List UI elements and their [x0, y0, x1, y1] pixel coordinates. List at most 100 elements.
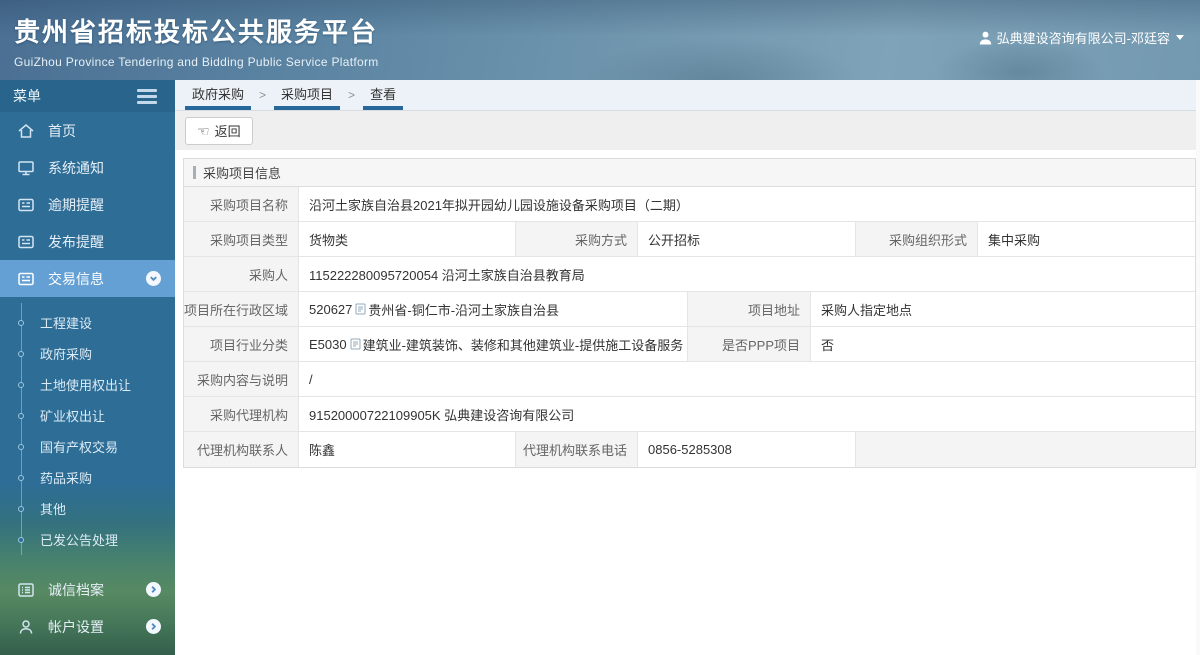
back-button[interactable]: ☜ 返回 [185, 116, 253, 145]
bullet-icon [18, 350, 24, 357]
field-region-address: 项目所在行政区域 520627 贵州省-铜仁市-沿河土家族自治县 项目地址 采购… [184, 292, 1195, 327]
field-label: 采购组织形式 [856, 222, 978, 256]
breadcrumb-view[interactable]: 查看 [363, 80, 404, 110]
breadcrumb-separator: > [259, 88, 267, 102]
sidebar-item-overdue-reminder[interactable]: 逾期提醒 [0, 186, 175, 223]
field-value: 公开招标 [638, 222, 856, 256]
field-label: 采购项目名称 [184, 187, 299, 221]
title-bar-icon [193, 166, 196, 179]
sidebar-subitem-land-use-rights[interactable]: 土地使用权出让 [0, 369, 175, 400]
field-label: 采购内容与说明 [184, 362, 299, 396]
user-menu[interactable]: 弘典建设咨询有限公司-邓廷容 [979, 28, 1184, 47]
sidebar-item-system-notice[interactable]: 系统通知 [0, 149, 175, 186]
field-content-description: 采购内容与说明 / [184, 362, 1195, 397]
back-button-label: 返回 [214, 124, 241, 139]
field-label: 代理机构联系人 [184, 432, 299, 467]
breadcrumb-procurement-project[interactable]: 采购项目 [274, 80, 341, 110]
breadcrumb-government-procurement[interactable]: 政府采购 [185, 80, 252, 110]
bullet-icon [18, 443, 24, 450]
field-type-method-orgform: 采购项目类型 货物类 采购方式 公开招标 采购组织形式 集中采购 [184, 222, 1195, 257]
sidebar-item-transaction-info[interactable]: 交易信息 [0, 260, 175, 297]
app-header: 贵州省招标投标公共服务平台 GuiZhou Province Tendering… [0, 0, 1200, 80]
person-icon [16, 617, 36, 637]
field-label: 采购代理机构 [184, 397, 299, 431]
user-name: 弘典建设咨询有限公司-邓廷容 [996, 31, 1170, 46]
document-select-icon[interactable] [350, 338, 361, 350]
bullet-icon [18, 412, 24, 419]
toolbar: ☜ 返回 [175, 111, 1196, 150]
field-agency: 采购代理机构 91520000722109905K 弘典建设咨询有限公司 [184, 397, 1195, 432]
back-hand-icon: ☜ [197, 122, 210, 139]
field-value industry-value: E5030 建筑业-建筑装饰、装修和其他建筑业-提供施工设备服务 [299, 327, 688, 361]
sidebar-item-home[interactable]: 首页 [0, 112, 175, 149]
field-label: 项目所在行政区域 [184, 292, 299, 326]
scrollbar-track[interactable] [1196, 80, 1200, 655]
field-label: 采购方式 [516, 222, 638, 256]
transaction-submenu: 工程建设 政府采购 土地使用权出让 矿业权出让 国有产权交易 药品采购 其他 已… [0, 297, 175, 559]
panel-title: 采购项目信息 [203, 166, 282, 181]
breadcrumb-separator: > [348, 88, 356, 102]
procurement-info-panel: 采购项目信息 采购项目名称 沿河土家族自治县2021年拟开园幼儿园设施设备采购项… [183, 158, 1196, 468]
sidebar-item-publish-reminder[interactable]: 发布提醒 [0, 223, 175, 260]
field-label: 项目行业分类 [184, 327, 299, 361]
field-label: 采购人 [184, 257, 299, 291]
sidebar-subitem-mining-rights[interactable]: 矿业权出让 [0, 400, 175, 431]
breadcrumb: 政府采购 > 采购项目 > 查看 [175, 80, 1196, 111]
menu-label: 菜单 [13, 88, 41, 104]
brand-block: 贵州省招标投标公共服务平台 GuiZhou Province Tendering… [14, 12, 379, 69]
empty-cell [856, 432, 1195, 467]
field-value: 沿河土家族自治县2021年拟开园幼儿园设施设备采购项目（二期） [299, 187, 1195, 221]
document-select-icon[interactable] [355, 303, 366, 315]
monitor-icon [16, 158, 36, 178]
hamburger-icon[interactable] [137, 88, 157, 104]
main-content: 政府采购 > 采购项目 > 查看 ☜ 返回 采购项目信息 采购项目名称 沿河土家… [175, 80, 1196, 655]
sidebar-subitem-other[interactable]: 其他 [0, 493, 175, 524]
bullet-icon [18, 381, 24, 388]
sidebar-subitem-government-procurement[interactable]: 政府采购 [0, 338, 175, 369]
field-value: 0856-5285308 [638, 432, 856, 467]
panel-title-row: 采购项目信息 [184, 159, 1195, 187]
field-value: 否 [811, 327, 1195, 361]
field-label: 采购项目类型 [184, 222, 299, 256]
bullet-icon [18, 536, 24, 543]
chevron-right-circle-icon [146, 582, 161, 597]
sidebar-subitem-drug-procurement[interactable]: 药品采购 [0, 462, 175, 493]
document-icon [16, 232, 36, 252]
sidebar-subitem-published-announcements[interactable]: 已发公告处理 [0, 524, 175, 555]
field-value: 115222280095720054 沿河土家族自治县教育局 [299, 257, 1195, 291]
field-value: / [299, 362, 1195, 396]
field-label: 代理机构联系电话 [516, 432, 638, 467]
app-window: 贵州省招标投标公共服务平台 GuiZhou Province Tendering… [0, 0, 1200, 655]
user-icon [979, 31, 991, 44]
sidebar: 菜单 首页 系统通知 逾期提醒 发布提醒 交易信息 工程建设 政府采购 土地使用… [0, 80, 175, 655]
chevron-down-circle-icon [146, 271, 161, 286]
chevron-right-circle-icon [146, 619, 161, 634]
field-value: 陈鑫 [299, 432, 516, 467]
sidebar-subitem-project-construction[interactable]: 工程建设 [0, 307, 175, 338]
field-project-name: 采购项目名称 沿河土家族自治县2021年拟开园幼儿园设施设备采购项目（二期） [184, 187, 1195, 222]
chevron-down-icon [1176, 35, 1184, 40]
field-value: 货物类 [299, 222, 516, 256]
field-value: 采购人指定地点 [811, 292, 1195, 326]
bullet-icon [18, 474, 24, 481]
sidebar-item-credit-archive[interactable]: 诚信档案 [0, 571, 175, 608]
sidebar-menu-header: 菜单 [0, 80, 175, 112]
home-icon [16, 121, 36, 141]
field-label: 是否PPP项目 [688, 327, 811, 361]
field-value region-value: 520627 贵州省-铜仁市-沿河土家族自治县 [299, 292, 688, 326]
document-icon [16, 195, 36, 215]
field-label: 项目地址 [688, 292, 811, 326]
bullet-icon [18, 505, 24, 512]
sidebar-item-account-settings[interactable]: 帐户设置 [0, 608, 175, 645]
field-contact-phone: 代理机构联系人 陈鑫 代理机构联系电话 0856-5285308 [184, 432, 1195, 467]
document-icon [16, 269, 36, 289]
bullet-icon [18, 319, 24, 326]
sidebar-subitem-state-owned-property[interactable]: 国有产权交易 [0, 431, 175, 462]
sidebar-bottom-group: 诚信档案 帐户设置 [0, 571, 175, 645]
page-subtitle: GuiZhou Province Tendering and Bidding P… [14, 55, 379, 69]
field-value: 集中采购 [978, 222, 1195, 256]
field-value: 91520000722109905K 弘典建设咨询有限公司 [299, 397, 1195, 431]
field-industry-ppp: 项目行业分类 E5030 建筑业-建筑装饰、装修和其他建筑业-提供施工设备服务 … [184, 327, 1195, 362]
field-purchaser: 采购人 115222280095720054 沿河土家族自治县教育局 [184, 257, 1195, 292]
page-title: 贵州省招标投标公共服务平台 [14, 17, 379, 47]
